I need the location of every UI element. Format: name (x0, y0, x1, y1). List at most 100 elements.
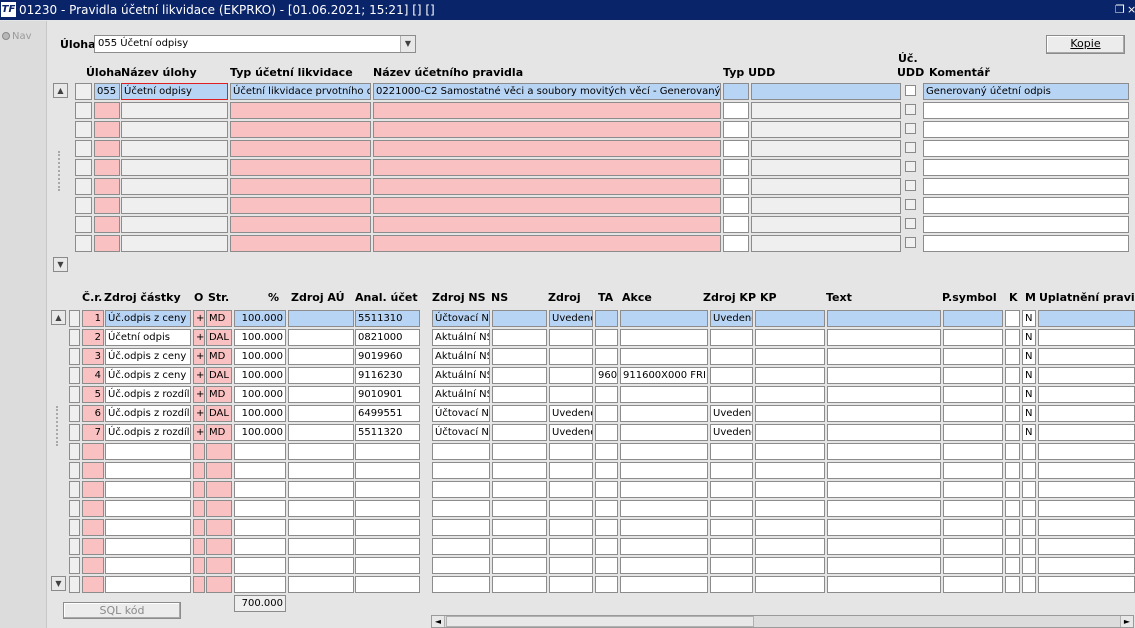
akce-cell[interactable] (620, 348, 708, 365)
zdroj-kp-cell[interactable] (710, 329, 753, 346)
k-cell[interactable] (1005, 386, 1020, 403)
uloha-cell[interactable] (94, 102, 120, 119)
zdroj-au-cell[interactable] (288, 576, 354, 593)
line-indicator[interactable] (69, 500, 80, 517)
zdroj-au-cell[interactable] (288, 538, 354, 555)
uc-udd-checkbox[interactable] (905, 85, 916, 96)
udd-name-cell[interactable] (751, 102, 901, 119)
zdroj-cell[interactable]: Uvedené (549, 310, 593, 327)
udd-name-cell[interactable] (751, 121, 901, 138)
cr-cell[interactable]: 7 (82, 424, 104, 441)
psymbol-cell[interactable] (943, 538, 1003, 555)
record-indicator[interactable] (75, 140, 92, 157)
operator-cell[interactable]: + (193, 424, 205, 441)
nazev-ulohy-cell[interactable]: Účetní odpisy (121, 83, 228, 100)
strana-cell[interactable] (206, 443, 232, 460)
zdroj-kp-cell[interactable] (710, 481, 753, 498)
cr-cell[interactable] (82, 538, 104, 555)
typ-ucetni-likvidace-cell[interactable] (230, 121, 371, 138)
zdroj-castky-cell[interactable]: Účetní odpis (105, 329, 191, 346)
k-cell[interactable] (1005, 367, 1020, 384)
line-indicator[interactable] (69, 329, 80, 346)
komentar-cell[interactable] (923, 121, 1129, 138)
ta-cell[interactable] (595, 576, 618, 593)
zdroj-ns-cell[interactable] (432, 576, 490, 593)
strana-cell[interactable] (206, 576, 232, 593)
typ-ucetni-likvidace-cell[interactable] (230, 197, 371, 214)
cr-cell[interactable] (82, 557, 104, 574)
cr-cell[interactable]: 4 (82, 367, 104, 384)
zdroj-ns-cell[interactable]: Účtovací NS (432, 405, 490, 422)
anal-ucet-cell[interactable]: 9010901 (355, 386, 420, 403)
uloha-cell[interactable] (94, 159, 120, 176)
udd-name-cell[interactable] (751, 159, 901, 176)
zdroj-cell[interactable] (549, 329, 593, 346)
zdroj-cell[interactable] (549, 367, 593, 384)
akce-cell[interactable] (620, 481, 708, 498)
akce-cell[interactable] (620, 424, 708, 441)
record-indicator[interactable] (75, 121, 92, 138)
uplatneni-cell[interactable] (1038, 348, 1135, 365)
psymbol-cell[interactable] (943, 462, 1003, 479)
anal-ucet-cell[interactable] (355, 443, 420, 460)
uc-udd-checkbox[interactable] (905, 104, 916, 115)
k-cell[interactable] (1005, 424, 1020, 441)
m-cell[interactable] (1022, 557, 1036, 574)
kp-cell[interactable] (755, 348, 825, 365)
zdroj-ns-cell[interactable]: Účtovací NS (432, 424, 490, 441)
uplatneni-cell[interactable] (1038, 538, 1135, 555)
zdroj-castky-cell[interactable] (105, 519, 191, 536)
zdroj-au-cell[interactable] (288, 519, 354, 536)
ta-cell[interactable]: 960 (595, 367, 618, 384)
text-cell[interactable] (827, 576, 941, 593)
line-indicator[interactable] (69, 367, 80, 384)
zdroj-ns-cell[interactable] (432, 443, 490, 460)
kp-cell[interactable] (755, 424, 825, 441)
m-cell[interactable]: N (1022, 386, 1036, 403)
uloha-cell[interactable] (94, 121, 120, 138)
zdroj-kp-cell[interactable] (710, 462, 753, 479)
k-cell[interactable] (1005, 576, 1020, 593)
uc-udd-checkbox[interactable] (905, 142, 916, 153)
zdroj-cell[interactable] (549, 481, 593, 498)
komentar-cell[interactable] (923, 197, 1129, 214)
zdroj-castky-cell[interactable]: Úč.odpis z rozdílu (105, 405, 191, 422)
strana-cell[interactable] (206, 462, 232, 479)
ns-cell[interactable] (492, 538, 547, 555)
operator-cell[interactable]: + (193, 310, 205, 327)
cr-cell[interactable]: 5 (82, 386, 104, 403)
psymbol-cell[interactable] (943, 500, 1003, 517)
k-cell[interactable] (1005, 500, 1020, 517)
nazev-ulohy-cell[interactable] (121, 140, 228, 157)
psymbol-cell[interactable] (943, 386, 1003, 403)
nazev-ulohy-cell[interactable] (121, 216, 228, 233)
percent-cell[interactable]: 100.000 (234, 329, 286, 346)
zdroj-kp-cell[interactable] (710, 576, 753, 593)
ta-cell[interactable] (595, 481, 618, 498)
zdroj-kp-cell[interactable]: Uvedené (710, 405, 753, 422)
m-cell[interactable]: N (1022, 310, 1036, 327)
percent-cell[interactable] (234, 462, 286, 479)
akce-cell[interactable]: 911600X000 FRIM (620, 367, 708, 384)
operator-cell[interactable] (193, 481, 205, 498)
uc-udd-checkbox[interactable] (905, 123, 916, 134)
ns-cell[interactable] (492, 500, 547, 517)
ta-cell[interactable] (595, 405, 618, 422)
kp-cell[interactable] (755, 576, 825, 593)
scroll-down-icon[interactable]: ▼ (53, 257, 68, 272)
anal-ucet-cell[interactable] (355, 557, 420, 574)
zdroj-au-cell[interactable] (288, 500, 354, 517)
akce-cell[interactable] (620, 538, 708, 555)
zdroj-au-cell[interactable] (288, 481, 354, 498)
uplatneni-cell[interactable] (1038, 500, 1135, 517)
text-cell[interactable] (827, 557, 941, 574)
psymbol-cell[interactable] (943, 424, 1003, 441)
typ-ucetni-likvidace-cell[interactable] (230, 235, 371, 252)
typ-udd-cell[interactable] (723, 159, 749, 176)
operator-cell[interactable] (193, 576, 205, 593)
kp-cell[interactable] (755, 519, 825, 536)
strana-cell[interactable] (206, 557, 232, 574)
operator-cell[interactable] (193, 519, 205, 536)
text-cell[interactable] (827, 481, 941, 498)
typ-ucetni-likvidace-cell[interactable] (230, 140, 371, 157)
